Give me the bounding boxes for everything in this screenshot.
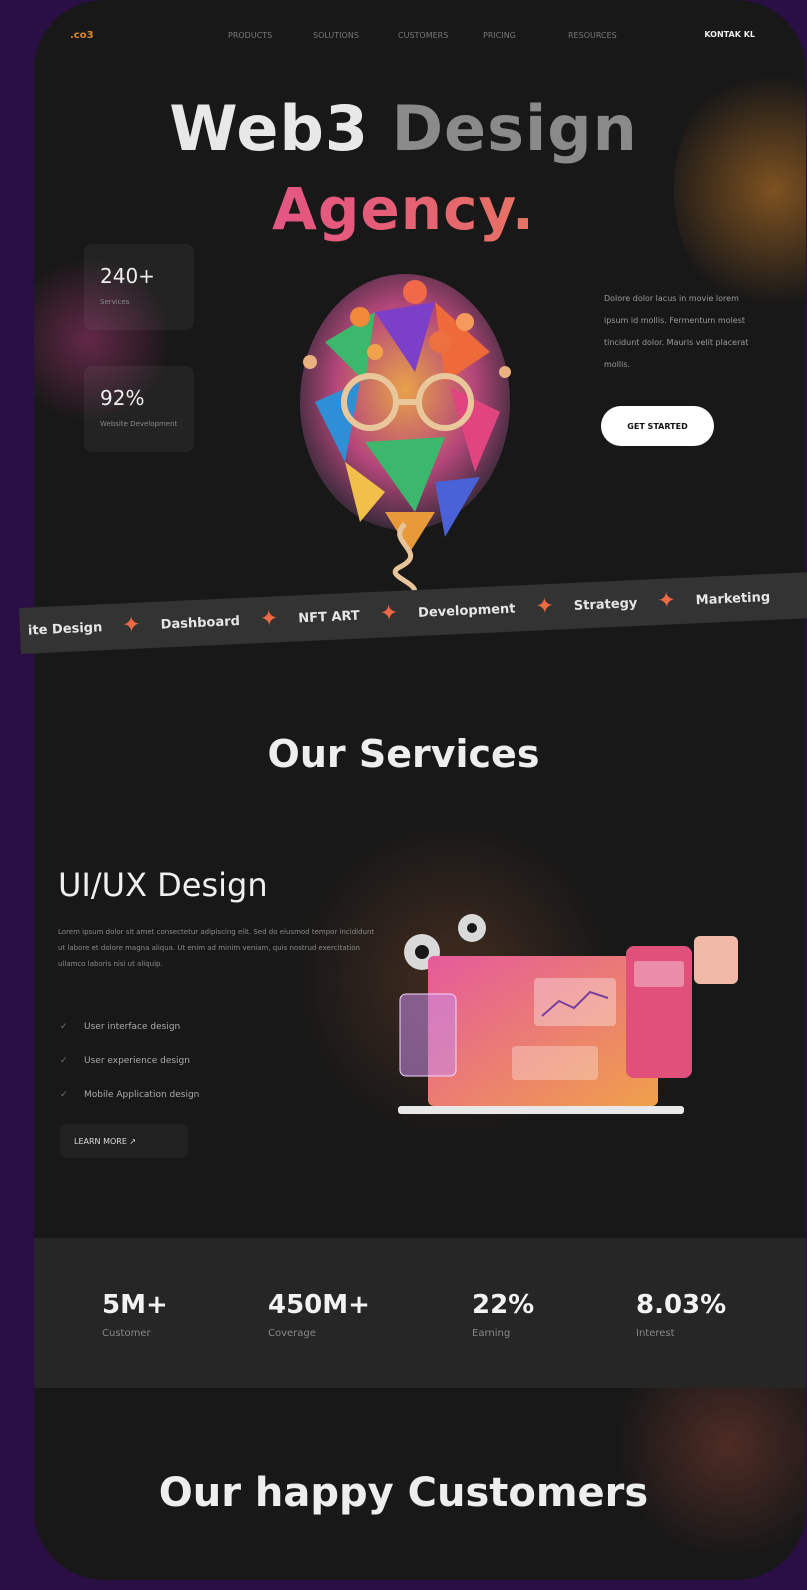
metric-value: 450M+: [268, 1290, 370, 1320]
ticker-item: Marketing: [695, 589, 771, 608]
hero-description: Dolore dolor lacus in movie lorem ipsum …: [604, 294, 749, 369]
logo[interactable]: .co3: [70, 30, 94, 41]
ticker-item: Strategy: [573, 595, 638, 614]
nav-link-products[interactable]: PRODUCTS: [228, 31, 313, 40]
low-poly-head-illustration: [300, 274, 511, 601]
sparkle-icon: ✦: [259, 606, 279, 633]
metric-value: 8.03%: [636, 1290, 727, 1320]
service-feature-list: ✓ User interface design ✓ User experienc…: [60, 1010, 199, 1112]
check-icon: ✓: [60, 1056, 68, 1066]
nav-link-pricing[interactable]: PRICING: [483, 31, 568, 40]
stat-label: Website Development: [100, 420, 178, 428]
ticker-item: ite Design: [27, 619, 103, 639]
laptop-dashboard-illustration: [398, 914, 738, 1114]
hero-title-part2: Design: [391, 92, 638, 165]
metric-label: Coverage: [268, 1328, 316, 1339]
metric-customer: 5M+ Customer: [102, 1290, 168, 1339]
metric-label: Customer: [102, 1328, 151, 1339]
metric-label: Earning: [472, 1328, 511, 1339]
feature-item: ✓ User interface design: [60, 1010, 199, 1044]
nav-link-customers[interactable]: CUSTOMERS: [398, 31, 483, 40]
nav-links: PRODUCTS SOLUTIONS CUSTOMERS PRICING RES…: [228, 31, 653, 40]
metric-value: 22%: [472, 1290, 535, 1320]
contact-link[interactable]: KONTAK KL: [704, 30, 755, 39]
stat-label: Services: [100, 298, 130, 306]
check-icon: ✓: [60, 1090, 68, 1100]
metric-value: 5M+: [102, 1290, 168, 1320]
metric-label: Interest: [636, 1328, 675, 1339]
services-section-title: Our Services: [267, 732, 540, 776]
feature-label: User interface design: [84, 1022, 181, 1032]
feature-label: User experience design: [84, 1056, 190, 1066]
sparkle-icon: ✦: [534, 593, 555, 620]
stat-value: 92%: [100, 386, 145, 410]
ticker-item: Development: [417, 601, 516, 621]
sparkle-icon: ✦: [656, 588, 677, 615]
stat-value: 240+: [100, 264, 155, 288]
learn-more-button[interactable]: LEARN MORE ↗: [60, 1124, 188, 1158]
service-description: Lorem ipsum dolor sit amet consectetur a…: [58, 928, 375, 968]
feature-item: ✓ Mobile Application design: [60, 1078, 199, 1112]
service-heading: UI/UX Design: [58, 866, 268, 904]
metric-earning: 22% Earning: [472, 1290, 534, 1339]
stat-card-services: 240+ Services: [84, 244, 194, 330]
stat-card-development: 92% Website Development: [84, 366, 194, 452]
feature-item: ✓ User experience design: [60, 1044, 199, 1078]
check-icon: ✓: [60, 1022, 68, 1032]
customers-section-title: Our happy Customers: [158, 1470, 649, 1516]
feature-label: Mobile Application design: [84, 1090, 200, 1100]
sparkle-icon: ✦: [121, 612, 142, 639]
hero-title: Web3 Design: [0, 92, 807, 165]
metric-coverage: 450M+ Coverage: [268, 1290, 370, 1339]
sparkle-icon: ✦: [379, 600, 399, 627]
nav-link-resources[interactable]: RESOURCES: [568, 31, 653, 40]
hero-title-part1: Web3: [169, 92, 369, 165]
ticker-item: Dashboard: [160, 613, 241, 633]
ticker-item: NFT ART: [297, 608, 361, 626]
top-nav: .co3 PRODUCTS SOLUTIONS CUSTOMERS PRICIN…: [0, 0, 807, 72]
metric-interest: 8.03% Interest: [636, 1290, 726, 1339]
hero-subtitle: Agency.: [0, 175, 807, 243]
get-started-button[interactable]: GET STARTED: [601, 406, 714, 446]
nav-link-solutions[interactable]: SOLUTIONS: [313, 31, 398, 40]
